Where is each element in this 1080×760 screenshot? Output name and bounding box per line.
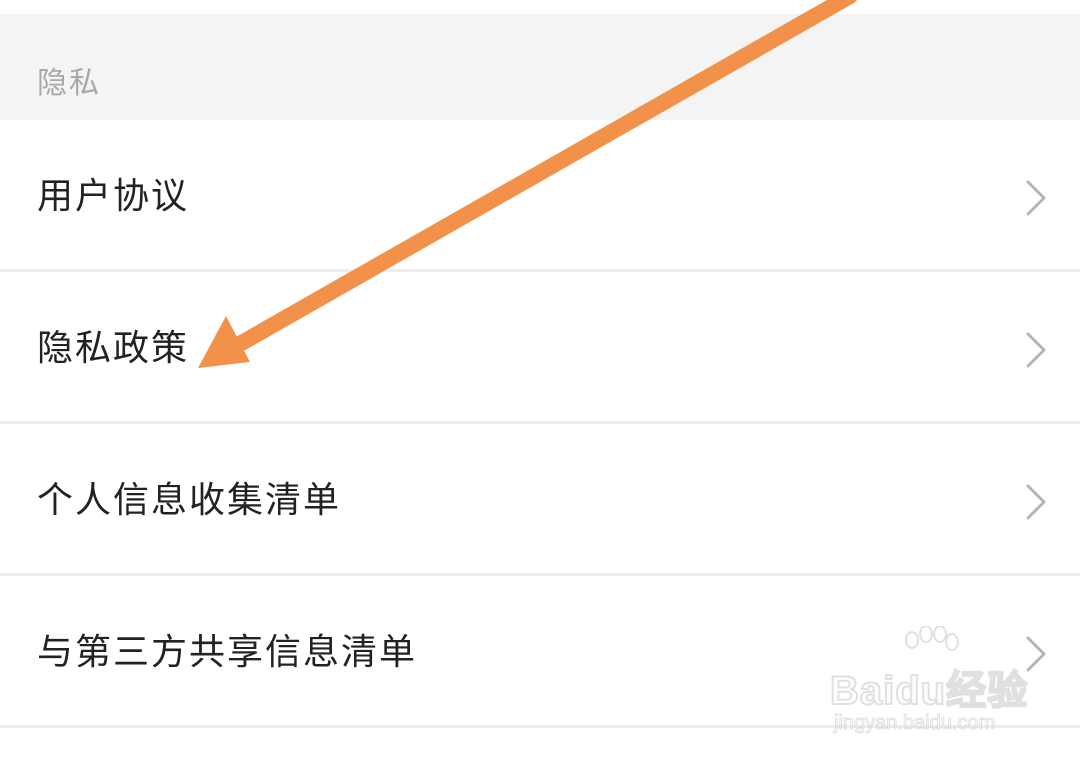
section-header-privacy: 隐私 <box>0 14 1080 120</box>
chevron-right-icon <box>1026 180 1046 216</box>
watermark-url: jingyan.baidu.com <box>833 712 996 735</box>
top-strip <box>0 0 1080 14</box>
menu-item-label: 个人信息收集清单 <box>37 480 342 521</box>
menu-item-privacy-policy[interactable]: 隐私政策 <box>0 272 1080 424</box>
menu-item-label: 与第三方共享信息清单 <box>37 632 418 673</box>
chevron-right-icon <box>1026 332 1046 368</box>
menu-item-label: 用户协议 <box>37 176 190 217</box>
section-title: 隐私 <box>37 66 101 101</box>
chevron-right-icon <box>1026 484 1046 520</box>
watermark-logo-text: Baidu经验 <box>829 668 1029 714</box>
menu-item-user-agreement[interactable]: 用户协议 <box>0 120 1080 272</box>
settings-screen: 隐私 用户协议 隐私政策 个人信息收集清单 与第三方共享信息清单 Baidu经验… <box>0 0 1080 760</box>
menu-item-label: 隐私政策 <box>37 328 190 369</box>
watermark: Baidu经验 jingyan.baidu.com <box>829 626 1030 740</box>
menu-item-personal-info-list[interactable]: 个人信息收集清单 <box>0 424 1080 576</box>
